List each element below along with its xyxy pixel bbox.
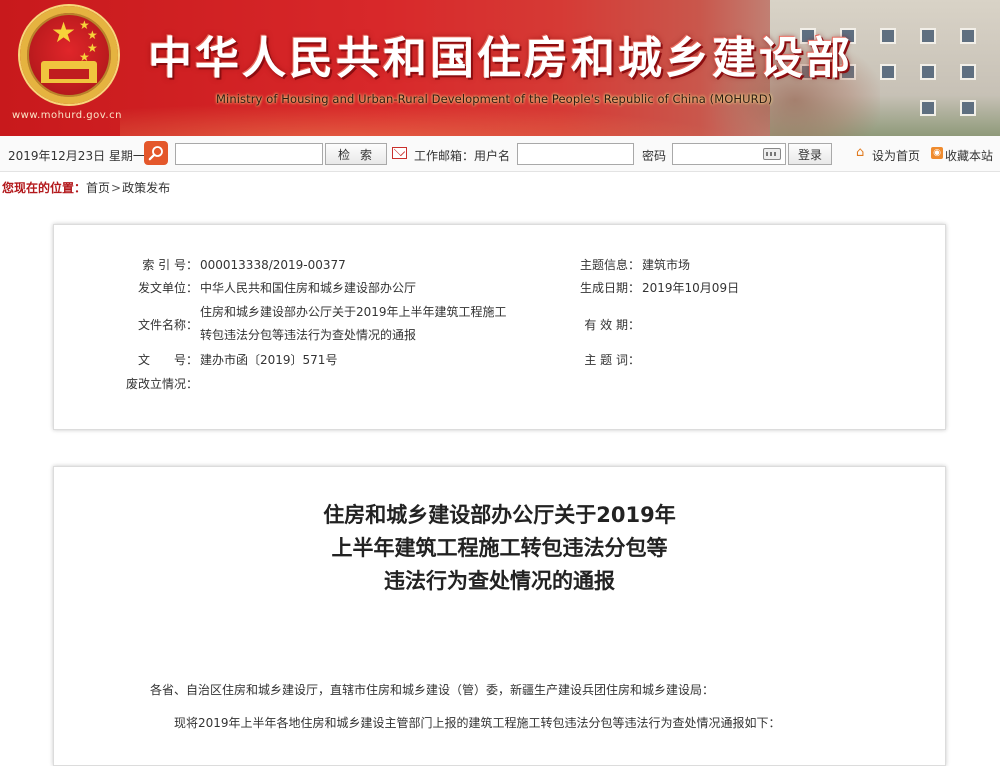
mail-username-label: 工作邮箱：用户名 [414, 149, 511, 163]
add-favorite-link[interactable]: 收藏本站 [945, 147, 993, 164]
document-salutation: 各省、自治区住房和城乡建设厅，直辖市住房和城乡建设（管）委，新疆生产建设兵团住房… [150, 683, 715, 697]
generated-date-label: 生成日期： [579, 281, 640, 295]
breadcrumb-home-link[interactable]: 首页 [86, 181, 110, 195]
national-emblem-icon[interactable]: ★ ★ ★ ★ ★ [20, 6, 118, 104]
issuer-value: 中华人民共和国住房和城乡建设部办公厅 [200, 281, 417, 295]
home-icon[interactable]: ⌂ [856, 145, 864, 160]
header-banner: ★ ★ ★ ★ ★ www.mohurd.gov.cn 中华人民共和国住房和城乡… [0, 0, 1000, 136]
document-title: 住房和城乡建设部办公厅关于2019年 上半年建筑工程施工转包违法分包等 违法行为… [54, 499, 945, 598]
search-button[interactable]: 检索 [325, 143, 387, 165]
document-paragraph: 现将2019年上半年各地住房和城乡建设主管部门上报的建筑工程施工转包违法分包等违… [174, 716, 781, 730]
document-number-value: 建办市函〔2019〕571号 [200, 353, 338, 367]
document-number-label: 文 号： [137, 353, 198, 367]
keywords-label: 主 题 词： [584, 353, 640, 367]
login-button[interactable]: 登录 [788, 143, 832, 165]
validity-label: 有 效 期： [584, 318, 640, 332]
index-number-value: 000013338/2019-00377 [200, 258, 346, 272]
username-input[interactable] [517, 143, 634, 165]
filename-line2: 转包违法分包等违法行为查处情况的通报 [200, 328, 417, 342]
search-icon[interactable] [144, 141, 168, 165]
topic-label: 主题信息： [579, 258, 640, 272]
filename-label: 文件名称： [137, 318, 198, 332]
breadcrumb-label: 您现在的位置： [2, 181, 87, 195]
document-title-line: 违法行为查处情况的通报 [384, 569, 615, 593]
site-title-cn[interactable]: 中华人民共和国住房和城乡建设部 [148, 22, 853, 86]
status-label: 废改立情况： [125, 377, 198, 391]
document-title-line: 上半年建筑工程施工转包违法分包等 [331, 536, 668, 560]
site-title-en: Ministry of Housing and Urban-Rural Deve… [216, 92, 773, 106]
keyboard-icon[interactable] [763, 148, 781, 160]
document-body-card: 住房和城乡建设部办公厅关于2019年 上半年建筑工程施工转包违法分包等 违法行为… [53, 466, 946, 766]
top-toolbar: 2019年12月23日 星期一 检索 工作邮箱：用户名 密码 登录 ⌂ 设为首页… [0, 136, 1000, 172]
generated-date-value: 2019年10月09日 [642, 281, 740, 295]
breadcrumb-policy-link[interactable]: 政策发布 [122, 181, 170, 195]
password-label: 密码 [642, 149, 667, 163]
breadcrumb: 您现在的位置：首页>政策发布 [0, 172, 1000, 200]
set-homepage-link[interactable]: 设为首页 [872, 147, 920, 164]
mail-icon [392, 147, 407, 159]
issuer-label: 发文单位： [137, 281, 198, 295]
topic-value: 建筑市场 [642, 258, 691, 272]
current-date: 2019年12月23日 星期一 [8, 149, 145, 163]
filename-line1: 住房和城乡建设部办公厅关于2019年上半年建筑工程施工 [200, 305, 507, 319]
document-title-line: 住房和城乡建设部办公厅关于2019年 [323, 503, 676, 527]
search-input[interactable] [175, 143, 323, 165]
site-url: www.mohurd.gov.cn [12, 110, 122, 121]
rss-icon[interactable]: ◉ [931, 147, 943, 159]
index-number-label: 索 引 号： [142, 258, 198, 272]
document-info-card: 索 引 号： 000013338/2019-00377 发文单位： 中华人民共和… [53, 224, 946, 430]
breadcrumb-separator: > [111, 181, 122, 195]
